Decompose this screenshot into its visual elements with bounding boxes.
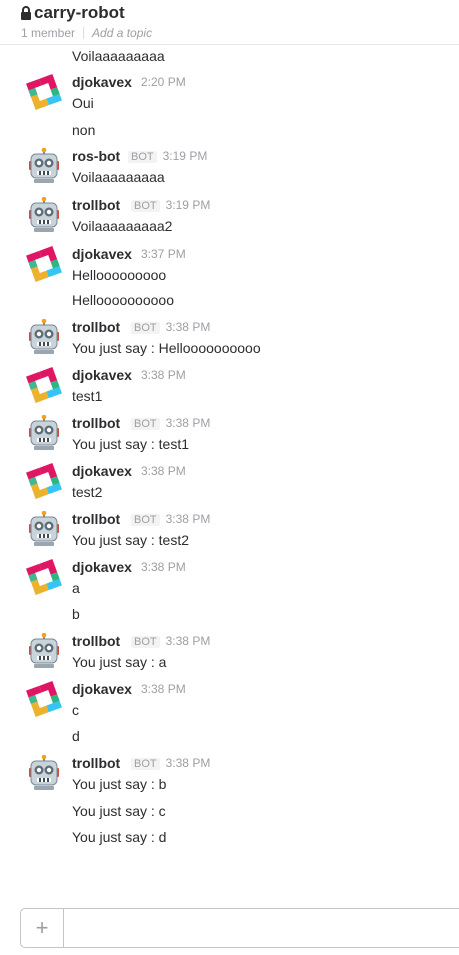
message-item: trollbot BOT 3:38 PM You just say : test1 [0,415,459,465]
slack-logo-avatar-icon[interactable] [26,246,62,282]
message-item: djokavex 3:38 PM c [0,681,459,731]
message-author[interactable]: trollbot [72,511,120,527]
message-timestamp[interactable]: 3:38 PM [166,320,211,334]
message-author[interactable]: djokavex [72,74,132,90]
message-item: trollbot BOT 3:19 PM Voilaaaaaaaaa2 [0,197,459,247]
member-count[interactable]: 1 member [21,26,75,40]
message-meta: BOT 3:38 PM [131,634,210,648]
robot-avatar-icon[interactable] [26,197,62,233]
message-list[interactable]: Voilaaaaaaaaa djokavex 2:20 PM Oui non r… [0,0,459,900]
message-continuation: Voilaaaaaaaaa [72,48,165,64]
message-timestamp[interactable]: 2:20 PM [141,75,186,89]
message-item: djokavex 3:37 PM Hellooooooooo [0,246,459,296]
bot-badge: BOT [131,758,160,770]
message-meta: BOT 3:38 PM [131,416,210,430]
message-continuation: Helloooooooooo [72,292,174,308]
slack-logo-avatar-icon[interactable] [26,74,62,110]
message-timestamp[interactable]: 3:38 PM [166,512,211,526]
message-author[interactable]: djokavex [72,681,132,697]
message-author[interactable]: trollbot [72,197,120,213]
message-text: You just say : Helloooooooooo [72,340,261,356]
message-meta: BOT 3:38 PM [131,512,210,526]
message-timestamp[interactable]: 3:37 PM [141,247,186,261]
divider [83,27,85,39]
message-continuation: d [72,728,80,744]
robot-avatar-icon[interactable] [26,148,62,184]
plus-icon: + [35,915,49,940]
message-text: You just say : b [72,776,167,792]
message-meta: BOT 3:38 PM [131,756,210,770]
message-item: trollbot BOT 3:38 PM You just say : test2 [0,511,459,561]
message-author[interactable]: djokavex [72,246,132,262]
message-text: test1 [72,388,103,404]
message-item: trollbot BOT 3:38 PM You just say : Hello… [0,319,459,369]
message-item: djokavex 3:38 PM test2 [0,463,459,513]
channel-header: carry-robot 1 member Add a topic [0,0,459,45]
slack-logo-avatar-icon[interactable] [26,559,62,595]
message-continuation: You just say : c [72,803,166,819]
robot-avatar-icon[interactable] [26,633,62,669]
message-item: djokavex 3:38 PM a [0,559,459,609]
message-continuation: non [72,122,96,138]
message-timestamp[interactable]: 3:38 PM [141,560,186,574]
message-author[interactable]: djokavex [72,367,132,383]
slack-logo-avatar-icon[interactable] [26,367,62,403]
bot-badge: BOT [131,418,160,430]
message-item: trollbot BOT 3:38 PM You just say : a [0,633,459,683]
message-text: Hellooooooooo [72,267,167,283]
attach-button[interactable]: + [21,909,64,947]
bot-badge: BOT [128,151,157,163]
message-author[interactable]: trollbot [72,755,120,771]
message-timestamp[interactable]: 3:19 PM [166,198,211,212]
message-timestamp[interactable]: 3:38 PM [141,368,186,382]
robot-avatar-icon[interactable] [26,319,62,355]
channel-name: carry-robot [34,3,125,22]
slack-logo-avatar-icon[interactable] [26,681,62,717]
message-text: Voilaaaaaaaaa [72,169,165,185]
message-meta: BOT 3:19 PM [131,198,210,212]
message-continuation: You just say : d [72,829,167,845]
message-timestamp[interactable]: 3:19 PM [163,149,208,163]
message-text: You just say : test1 [72,436,189,452]
message-text: You just say : test2 [72,532,189,548]
message-composer: + [20,908,459,948]
bot-badge: BOT [131,514,160,526]
channel-title[interactable]: carry-robot [20,3,125,23]
message-continuation: b [72,606,80,622]
message-text: You just say : a [72,654,167,670]
bot-badge: BOT [131,200,160,212]
message-author[interactable]: trollbot [72,319,120,335]
message-timestamp[interactable]: 3:38 PM [166,416,211,430]
message-author[interactable]: trollbot [72,633,120,649]
message-timestamp[interactable]: 3:38 PM [141,464,186,478]
message-meta: BOT 3:38 PM [131,320,210,334]
message-author[interactable]: ros-bot [72,148,120,164]
robot-avatar-icon[interactable] [26,415,62,451]
message-text: test2 [72,484,103,500]
message-item: djokavex 3:38 PM test1 [0,367,459,417]
robot-avatar-icon[interactable] [26,511,62,547]
message-input[interactable] [65,909,459,947]
robot-avatar-icon[interactable] [26,755,62,791]
slack-logo-avatar-icon[interactable] [26,463,62,499]
message-author[interactable]: djokavex [72,559,132,575]
message-meta: BOT 3:19 PM [128,149,207,163]
message-item: ros-bot BOT 3:19 PM Voilaaaaaaaaa [0,148,459,198]
message-timestamp[interactable]: 3:38 PM [141,682,186,696]
bot-badge: BOT [131,636,160,648]
message-item: djokavex 2:20 PM Oui [0,74,459,124]
message-text: a [72,580,80,596]
message-author[interactable]: trollbot [72,415,120,431]
message-text: c [72,702,79,718]
bot-badge: BOT [131,322,160,334]
message-text: Oui [72,95,94,111]
message-item: trollbot BOT 3:38 PM You just say : b [0,755,459,805]
message-author[interactable]: djokavex [72,463,132,479]
message-timestamp[interactable]: 3:38 PM [166,756,211,770]
channel-meta: 1 member Add a topic [21,26,152,40]
add-topic-link[interactable]: Add a topic [92,26,152,40]
message-text: Voilaaaaaaaaa2 [72,218,173,234]
lock-icon [21,6,31,20]
message-timestamp[interactable]: 3:38 PM [166,634,211,648]
